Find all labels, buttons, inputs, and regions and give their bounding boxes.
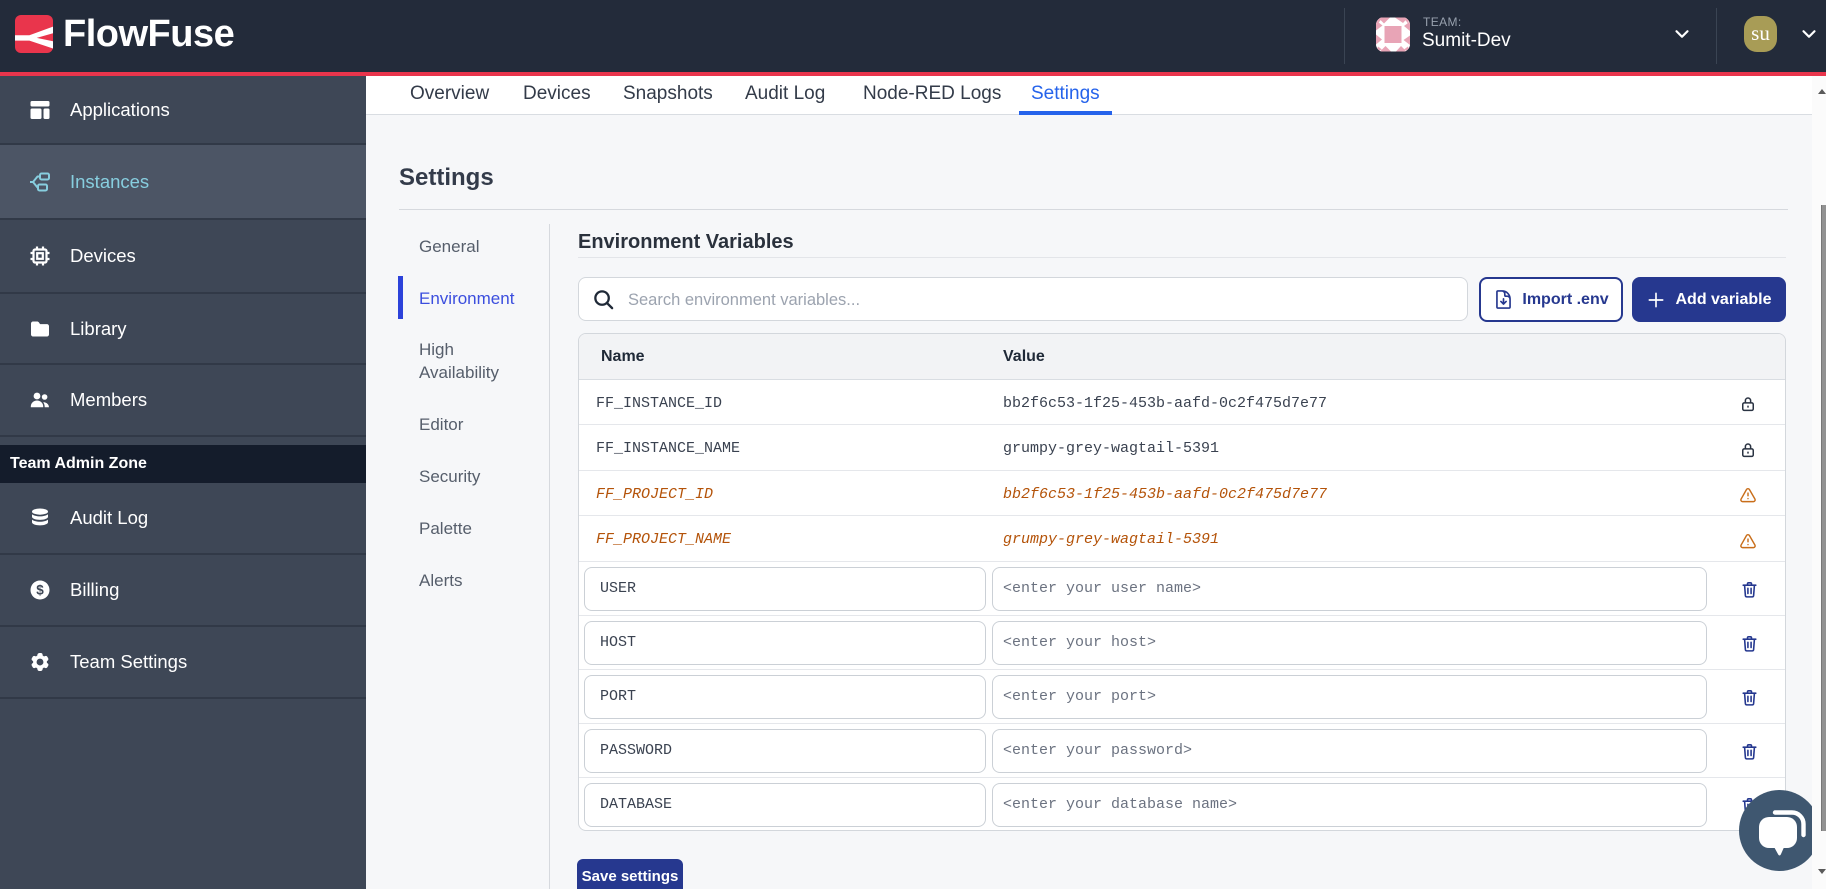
svg-text:$: $ (36, 583, 44, 598)
